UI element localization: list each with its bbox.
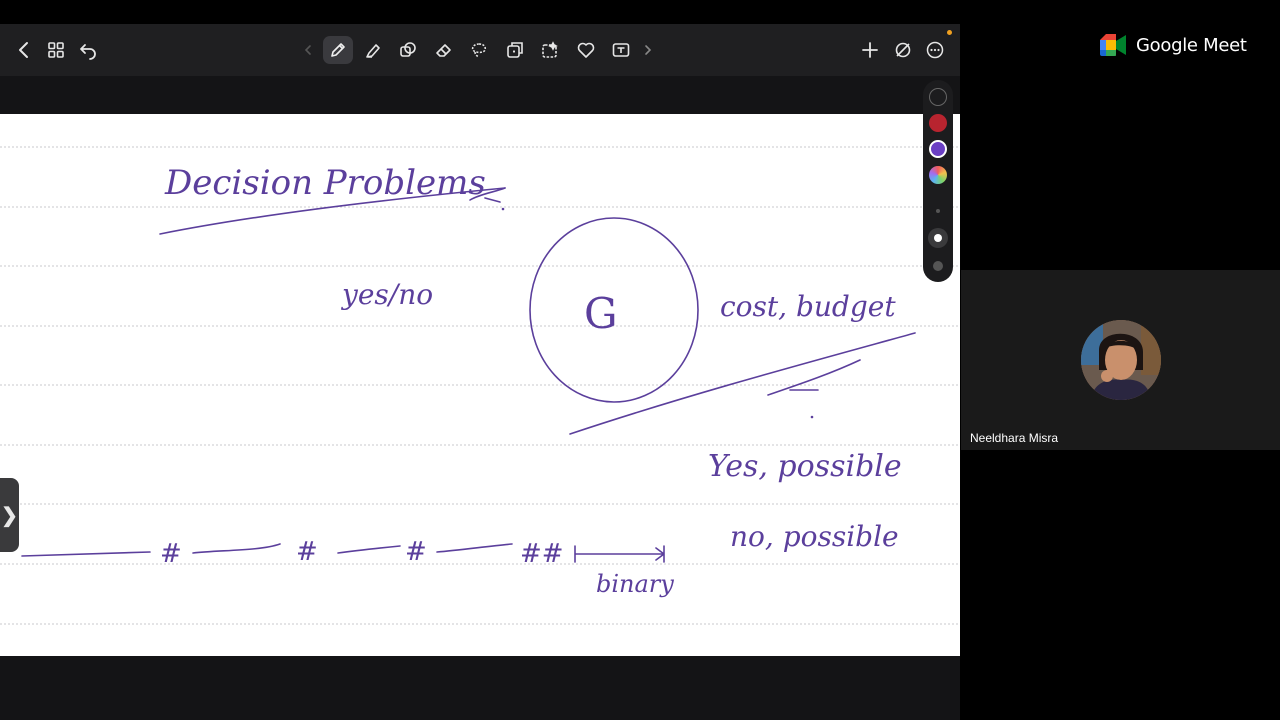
heading-text: Decision Problems [164,163,486,203]
sidebar-expand-icon[interactable]: ❯ [0,478,19,552]
eraser-icon[interactable] [427,24,461,76]
screen: Decision Problems yes/no G cost, budget … [0,0,1280,720]
graph-label: G [584,289,618,338]
color-swatch-black[interactable] [929,88,947,106]
binary-text: binary [596,570,674,598]
meet-brand-text: Google Meet [1136,34,1247,56]
page-margin-bottom [0,656,960,720]
favorite-icon[interactable] [569,24,603,76]
color-picker-icon[interactable] [929,166,947,184]
double-hash-mark: ## [520,539,564,569]
pen-icon[interactable] [321,24,355,76]
color-palette [923,80,953,282]
binary-interval [574,545,665,563]
toolbar-scroll-right-icon[interactable] [638,24,658,76]
meet-logo: Google Meet [1100,34,1247,56]
yes-possible-text: Yes, possible [708,449,902,484]
number-line-segment [192,543,281,554]
text-icon[interactable] [604,24,638,76]
note-page[interactable]: Decision Problems yes/no G cost, budget … [0,114,960,656]
status-indicator [947,30,952,35]
hash-mark: # [160,539,182,569]
hash-mark: # [405,537,427,567]
image-icon[interactable] [498,24,532,76]
participant-name: Neeldhara Misra [970,431,1059,445]
shared-screen: Decision Problems yes/no G cost, budget … [0,0,960,720]
screenshot-icon[interactable] [533,24,567,76]
participant-avatar [1081,320,1161,400]
meet-camera-icon [1100,34,1126,56]
color-swatch-red[interactable] [929,114,947,132]
page-margin-top [0,76,960,114]
no-possible-text: no, possible [730,520,899,553]
notes-toolbar [0,24,960,76]
stroke-size-medium-icon[interactable] [928,228,948,248]
cost-budget-text: cost, budget [720,290,896,323]
number-line-segment [337,545,401,554]
handwriting-layer: Decision Problems yes/no G cost, budget … [21,163,916,598]
color-swatch-purple[interactable] [929,140,947,158]
hide-icon[interactable] [886,24,920,76]
grid-icon[interactable] [39,24,73,76]
add-page-icon[interactable] [853,24,887,76]
shapes-icon[interactable] [391,24,425,76]
lasso-icon[interactable] [462,24,496,76]
cost-arrow-line [569,332,916,435]
toolbar-scroll-left-icon[interactable] [298,24,318,76]
hash-mark: # [296,537,318,567]
stroke-size-large-icon[interactable] [933,261,943,271]
back-icon[interactable] [7,24,41,76]
cost-arrowhead [767,359,861,396]
yes-no-text: yes/no [340,278,433,311]
number-line-segment [21,551,151,557]
number-line-segment [436,543,513,553]
stroke-size-small-icon[interactable] [936,209,940,213]
highlighter-icon[interactable] [356,24,390,76]
undo-icon[interactable] [71,24,105,76]
participant-tile[interactable]: Neeldhara Misra [961,270,1280,450]
